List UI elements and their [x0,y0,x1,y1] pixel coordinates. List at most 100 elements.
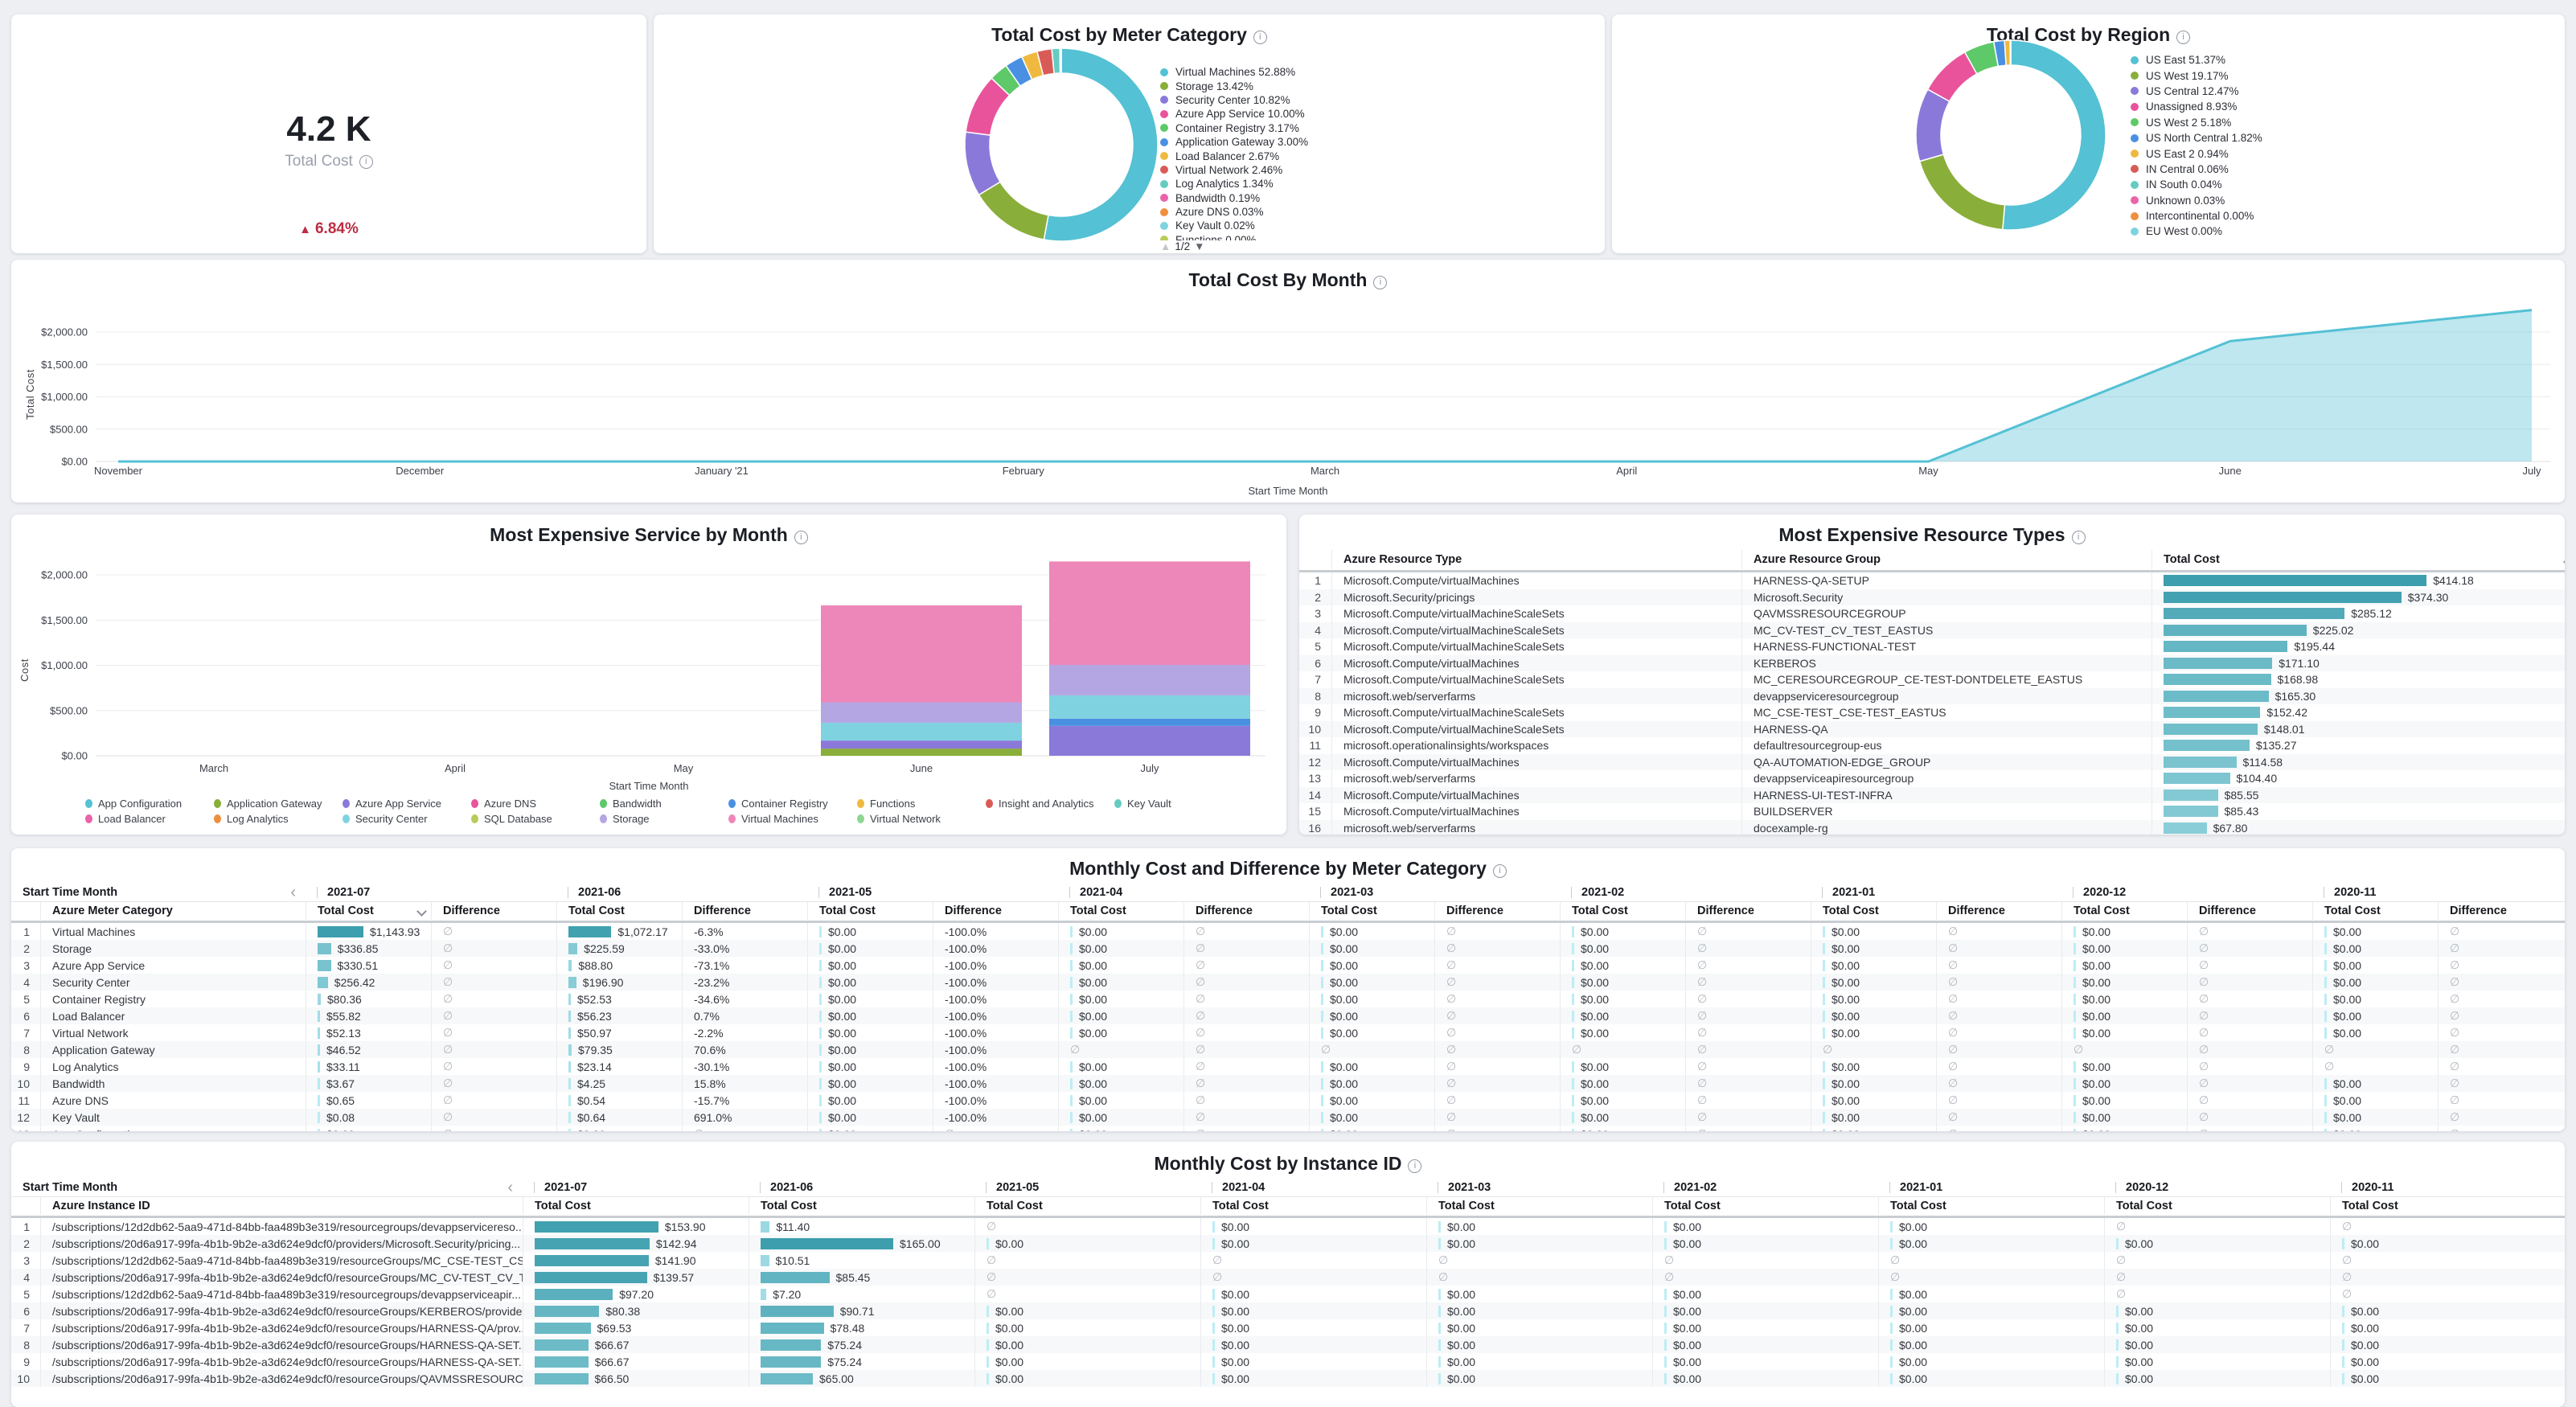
total-cost-cell: ∅ [1811,1041,1936,1058]
legend-item[interactable]: Security Center [343,813,471,825]
legend-item[interactable]: Application Gateway 3.00% [1160,135,1308,149]
total-cost-cell: $0.00 [1200,1353,1426,1370]
null-value: ∅ [1446,1009,1456,1023]
legend-item[interactable]: IN South 0.04% [2131,177,2262,192]
legend-item[interactable]: Virtual Machines [728,813,857,825]
legend-item[interactable]: US East 51.37% [2131,52,2262,68]
stack-segment-security-center[interactable] [1049,695,1250,719]
resource-group-cell: MC_CV-TEST_CV_TEST_EASTUS [1741,622,2151,639]
sub-column-label: Difference [1196,904,1253,917]
legend-item[interactable]: IN Central 0.06% [2131,162,2262,177]
cost-value: $0.00 [1673,1220,1701,1233]
legend-item[interactable]: Load Balancer [85,813,214,825]
donut-slice-us-central[interactable] [1916,89,1950,162]
legend-item[interactable]: Bandwidth [600,798,728,810]
sort-icon[interactable] [416,906,427,917]
scroll-left-icon[interactable]: ‹ [290,888,296,896]
legend-item[interactable]: Virtual Network 2.46% [1160,163,1308,177]
cost-value: $75.24 [827,1339,862,1352]
legend-item[interactable]: Application Gateway [214,798,343,810]
stack-segment-storage[interactable] [821,703,1022,723]
legend-item[interactable]: Functions 0.00% [1160,233,1308,240]
info-icon[interactable]: i [1493,864,1507,878]
cost-bar [318,1112,320,1123]
legend-page-up-icon[interactable]: ▲ [1160,240,1171,252]
legend-item[interactable]: Unknown 0.03% [2131,193,2262,208]
legend-item[interactable]: Storage [600,813,728,825]
legend-item[interactable]: US East 2 0.94% [2131,146,2262,161]
stack-segment-virtual-machines[interactable] [1049,561,1250,665]
svg-text:February: February [1003,465,1045,477]
donut-slice-security-center[interactable] [965,132,1000,195]
cost-value: $196.90 [583,976,624,989]
stack-segment-azure-app-service[interactable] [821,740,1022,749]
cost-bar [761,1356,821,1368]
legend-item[interactable]: Azure DNS [471,798,600,810]
legend-item[interactable]: US West 19.17% [2131,68,2262,83]
cost-bar [318,960,331,971]
legend-item[interactable]: EU West 0.00% [2131,224,2262,239]
scroll-left-icon[interactable]: ‹ [507,1183,513,1192]
legend-item[interactable]: Storage 13.42% [1160,79,1308,92]
total-cost-cell: $0.00 [1426,1302,1652,1319]
stack-segment-application-gateway[interactable] [821,749,1022,756]
legend-item[interactable]: Insight and Analytics [986,798,1114,810]
cost-value: $69.53 [597,1322,632,1335]
info-icon[interactable]: i [1408,1159,1421,1173]
info-icon[interactable]: i [1253,31,1267,44]
legend-item[interactable]: US West 2 5.18% [2131,115,2262,130]
legend-item[interactable]: Key Vault 0.02% [1160,219,1308,232]
legend-item[interactable]: Key Vault [1114,798,1243,810]
cost-bar [1572,1061,1574,1073]
cost-value: $0.00 [1832,993,1860,1006]
legend-item[interactable]: SQL Database [471,813,600,825]
legend-item[interactable]: Load Balancer 2.67% [1160,149,1308,162]
null-value: ∅ [1212,1270,1222,1284]
info-icon[interactable]: i [2176,31,2190,44]
legend-item[interactable]: Container Registry 3.17% [1160,121,1308,135]
legend-item[interactable]: Intercontinental 0.00% [2131,208,2262,224]
cost-value: $0.00 [2082,993,2110,1006]
legend-item[interactable]: US North Central 1.82% [2131,130,2262,146]
cost-value: $0.00 [2082,1027,2110,1040]
donut-slice-us-east-2[interactable] [2004,40,2010,65]
legend-label: Application Gateway 3.00% [1175,136,1308,148]
legend-item[interactable]: Azure App Service 10.00% [1160,107,1308,121]
cost-bar [2342,1373,2344,1384]
cost-value: $0.00 [1447,1288,1475,1301]
total-cost-cell: $66.67 [523,1336,749,1353]
legend-item[interactable]: Azure DNS 0.03% [1160,205,1308,219]
stack-segment-azure-app-service[interactable] [1049,726,1250,756]
total-cost-cell: $0.00 [1058,1007,1183,1024]
stack-segment-security-center[interactable] [821,723,1022,740]
legend-item[interactable]: Log Analytics 1.34% [1160,177,1308,191]
difference-cell: ∅ [431,923,556,940]
donut-slice-storage[interactable] [978,182,1048,240]
info-icon[interactable]: i [359,155,373,169]
stack-segment-container-registry[interactable] [1049,719,1250,726]
legend-page-down-icon[interactable]: ▼ [1194,240,1204,252]
legend-item[interactable]: Bandwidth 0.19% [1160,191,1308,205]
info-icon[interactable]: i [2072,531,2086,544]
legend-item[interactable]: Virtual Machines 52.88% [1160,65,1308,79]
cost-bar [2164,641,2287,652]
legend-item[interactable]: Security Center 10.82% [1160,93,1308,107]
cost-bar [761,1255,769,1266]
null-value: ∅ [443,941,453,955]
stack-segment-virtual-machines[interactable] [821,605,1022,703]
donut-slice-us-east[interactable] [2003,40,2106,230]
legend-item[interactable]: Unassigned 8.93% [2131,99,2262,114]
donut-slice-us-west[interactable] [1920,154,2005,230]
column-header-label: Azure Resource Type [1343,553,1462,566]
sort-descending-icon[interactable] [2563,556,2565,563]
cost-value: $0.00 [2125,1372,2153,1385]
legend-item[interactable]: US Central 12.47% [2131,84,2262,99]
legend-item[interactable]: Functions [857,798,986,810]
legend-item[interactable]: App Configuration [85,798,214,810]
legend-item[interactable]: Container Registry [728,798,857,810]
legend-item[interactable]: Azure App Service [343,798,471,810]
stack-segment-storage[interactable] [1049,665,1250,695]
donut-slice-virtual-machines[interactable] [1044,48,1158,241]
legend-item[interactable]: Virtual Network [857,813,986,825]
legend-item[interactable]: Log Analytics [214,813,343,825]
